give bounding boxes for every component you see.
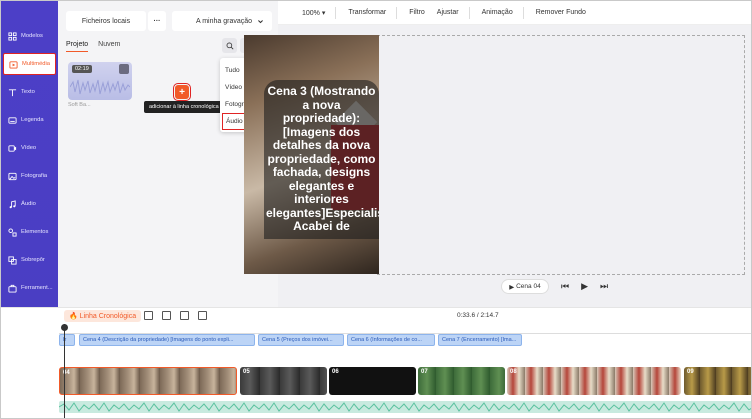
sidebar-item-fotografia[interactable]: Fotografia — [3, 165, 56, 187]
text-icon — [8, 88, 17, 96]
scene-chip[interactable]: Cena 7 (Encerramento) [Ima... — [438, 334, 522, 346]
photo-icon — [8, 172, 17, 180]
sidebar-item-label: Ferrament... — [21, 285, 53, 291]
sidebar-item-texto[interactable]: Texto — [3, 81, 56, 103]
sidebar-item-ferramentas[interactable]: Ferrament... — [3, 277, 56, 299]
divider — [522, 6, 524, 19]
video-icon — [8, 144, 17, 152]
sidebar-item-label: Multimédia — [22, 61, 51, 67]
previous-icon[interactable]: ⏮ — [561, 281, 569, 292]
waveform-icon — [59, 402, 751, 412]
search-icon — [226, 42, 233, 49]
timeline-label: Linha Cronológica — [79, 312, 137, 320]
clip-09[interactable]: 09 — [684, 367, 751, 395]
clip-number: 08 — [510, 369, 517, 375]
search-button[interactable] — [222, 38, 237, 53]
timeline: 🔥 Linha Cronológica 0:33.6 / 2:14.7 Ir C… — [1, 307, 751, 418]
overlay-icon — [8, 255, 17, 265]
clip-number: 07 — [421, 369, 428, 375]
clip-number: 09 — [687, 369, 694, 375]
zoom-select[interactable]: 100% ▾ — [290, 9, 325, 17]
sidebar-item-modelos[interactable]: Modelos — [3, 25, 56, 47]
clip-07[interactable]: 07 — [418, 367, 505, 395]
elements-icon — [8, 227, 17, 237]
local-files-button[interactable]: Ficheiros locais — [66, 11, 146, 31]
scene-caption[interactable]: Cena 3 (Mostrando a nova propriedade): [… — [264, 80, 379, 239]
video-preview[interactable]: Cena 3 (Mostrando a nova propriedade): [… — [244, 35, 379, 274]
media-tabs: Projeto Nuvem — [66, 41, 128, 52]
thumbnail-name: Soft Ba... — [68, 102, 91, 108]
add-scene-icon[interactable] — [144, 311, 153, 320]
media-icon — [9, 60, 18, 69]
clip-number: 06 — [332, 369, 339, 375]
adjust-button[interactable]: Ajustar — [437, 9, 459, 16]
timeline-ruler — [59, 326, 751, 334]
waveform-icon — [70, 79, 130, 95]
more-button[interactable]: ··· — [148, 11, 166, 31]
clip-04[interactable]: 04 — [59, 367, 237, 395]
duplicate-icon[interactable] — [180, 311, 189, 320]
divider — [396, 6, 398, 19]
edit-toolbar: 100% ▾ Transformar Filtro Ajustar Animaç… — [278, 1, 751, 25]
scene-label: Cena 04 — [516, 283, 541, 290]
divider — [468, 6, 470, 19]
play-icon[interactable]: ▶ — [581, 281, 588, 292]
scene-chip[interactable]: Cena 4 (Descrição da propriedade) [Image… — [79, 334, 255, 346]
sidebar-item-label: Legenda — [21, 117, 44, 123]
sidebar-item-audio[interactable]: Áudio — [3, 193, 56, 215]
sidebar-item-label: Modelos — [21, 33, 43, 39]
tab-projeto[interactable]: Projeto — [66, 41, 89, 52]
timeline-label-chip[interactable]: 🔥 Linha Cronológica — [64, 310, 142, 322]
duration-badge: 02:19 — [72, 65, 92, 73]
music-icon — [9, 199, 16, 208]
clip-05[interactable]: 05 — [240, 367, 327, 395]
audio-track[interactable] — [59, 401, 751, 413]
playhead[interactable] — [61, 324, 68, 418]
clip-06[interactable]: 06 — [329, 367, 416, 395]
sidebar-item-label: Áudio — [21, 201, 36, 207]
delete-icon[interactable] — [198, 311, 207, 320]
sidebar-item-label: Vídeo — [21, 145, 37, 151]
sidebar-item-elementos[interactable]: Elementos — [3, 221, 56, 243]
animation-button[interactable]: Animação — [482, 9, 513, 16]
chevron-down-icon — [258, 19, 263, 23]
transform-button[interactable]: Transformar — [348, 9, 386, 16]
remove-background-button[interactable]: Remover Fundo — [536, 9, 586, 16]
filter-button[interactable]: Filtro — [409, 9, 425, 16]
timeline-time: 0:33.6 / 2:14.7 — [457, 312, 499, 319]
scene-chip[interactable]: Ir — [59, 334, 75, 346]
playback-controls: ▶ Cena 04 ⏮ ▶ ⏭ — [501, 279, 608, 294]
recording-dropdown[interactable]: A minha gravação — [172, 11, 272, 31]
trash-icon[interactable] — [119, 64, 129, 74]
sidebar: Modelos Multimédia Texto Legenda Vídeo F… — [1, 1, 58, 307]
tab-nuvem[interactable]: Nuvem — [98, 41, 120, 48]
scene-button[interactable]: ▶ Cena 04 — [501, 279, 549, 294]
clip-08[interactable]: 08 — [507, 367, 681, 395]
split-icon[interactable] — [162, 311, 171, 320]
add-to-timeline-button[interactable]: + — [173, 83, 191, 101]
sidebar-item-label: Elementos — [21, 229, 49, 235]
filter-option-label: Áudio — [226, 118, 243, 125]
sidebar-item-video[interactable]: Vídeo — [3, 137, 56, 159]
divider — [335, 6, 337, 19]
clip-number: 05 — [243, 369, 250, 375]
sidebar-item-label: Fotografia — [21, 173, 48, 179]
scene-chip[interactable]: Cena 5 (Preços dos imóvei... — [258, 334, 344, 346]
sidebar-item-label: Sobrepôr — [21, 257, 45, 263]
sidebar-item-multimedia[interactable]: Multimédia — [3, 53, 56, 75]
zoom-value: 100% — [302, 9, 320, 17]
add-tooltip: adicionar à linha cronológica — [144, 101, 224, 113]
audio-thumbnail[interactable]: 02:19 — [68, 62, 132, 100]
app-window: Modelos Multimédia Texto Legenda Vídeo F… — [0, 0, 752, 419]
toolbox-icon — [8, 284, 17, 293]
scene-chip[interactable]: Cena 6 (Informações de co... — [347, 334, 435, 346]
sidebar-item-sobrepor[interactable]: Sobrepôr — [3, 249, 56, 271]
caption-icon — [8, 116, 17, 124]
next-icon[interactable]: ⏭ — [600, 281, 608, 292]
sidebar-item-label: Texto — [21, 89, 35, 95]
canvas-frame — [377, 35, 745, 275]
sidebar-item-legenda[interactable]: Legenda — [3, 109, 56, 131]
recording-label: A minha gravação — [196, 17, 253, 25]
grid-icon — [8, 31, 17, 41]
